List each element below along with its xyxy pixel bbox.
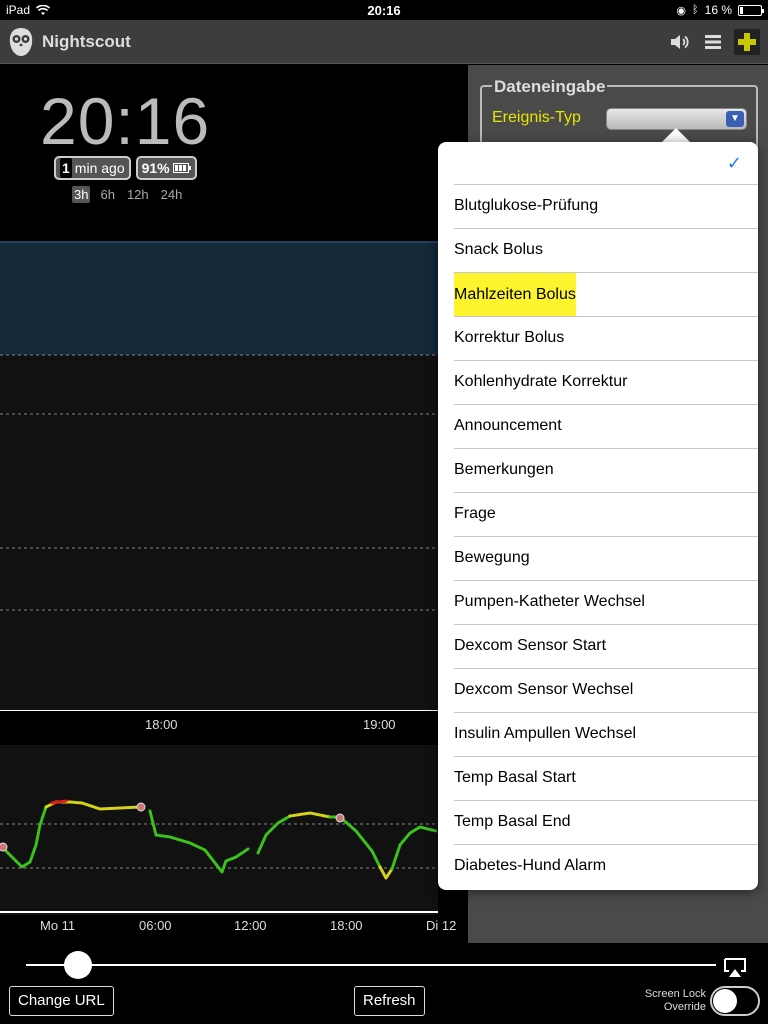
bluetooth-icon: ᛒ xyxy=(692,4,699,16)
event-type-select[interactable]: ▼ xyxy=(606,108,747,130)
overview-x-label: 06:00 xyxy=(139,918,172,933)
ios-status-bar: iPad 20:16 ◉ ᛒ 16 % xyxy=(0,0,768,20)
uploader-battery-value: 91% xyxy=(141,160,170,176)
overview-x-label: 12:00 xyxy=(234,918,267,933)
brightness-slider-track[interactable] xyxy=(26,964,716,966)
data-entry-legend: Dateneingabe xyxy=(492,77,608,97)
chart-x-label: 19:00 xyxy=(363,717,396,732)
screen-lock-toggle[interactable] xyxy=(710,986,760,1016)
range-3h[interactable]: 3h xyxy=(72,186,91,203)
checkmark-icon: ✓ xyxy=(726,153,742,173)
option-snack-bolus[interactable]: Snack Bolus xyxy=(454,229,758,273)
option-dexcom-sensor-start[interactable]: Dexcom Sensor Start xyxy=(454,625,758,669)
target-range-band xyxy=(0,241,438,355)
bottom-controls: Change URL Refresh Screen Lock Override xyxy=(0,943,768,1024)
popover-arrow xyxy=(662,128,690,142)
toggle-knob xyxy=(713,989,737,1013)
option-frage[interactable]: Frage xyxy=(454,493,758,537)
battery-percent: 16 % xyxy=(704,3,732,17)
overview-chart[interactable] xyxy=(0,745,438,915)
current-time: 20:16 xyxy=(40,84,211,158)
event-type-popover: ✓ Blutglukose-Prüfung Snack Bolus Mahlze… xyxy=(438,142,758,890)
option-temp-basal-end[interactable]: Temp Basal End xyxy=(454,801,758,845)
refresh-button[interactable]: Refresh xyxy=(354,986,425,1016)
owl-logo-icon xyxy=(9,28,33,56)
glucose-chart[interactable]: 18:00 19:00 xyxy=(0,241,438,732)
option-kohlenhydrate-korrektur[interactable]: Kohlenhydrate Korrektur xyxy=(454,361,758,405)
glucose-chart-canvas xyxy=(0,241,438,711)
overview-x-label: Mo 11 xyxy=(40,918,76,933)
last-reading-pill: 1 min ago xyxy=(54,156,131,180)
option-mahlzeiten-bolus[interactable]: Mahlzeiten Bolus xyxy=(454,273,758,317)
last-reading-minutes: 1 xyxy=(60,158,72,178)
plus-icon xyxy=(738,33,756,51)
battery-icon xyxy=(738,4,764,16)
range-12h[interactable]: 12h xyxy=(125,186,151,203)
option-temp-basal-start[interactable]: Temp Basal Start xyxy=(454,757,758,801)
time-range-selector: 3h 6h 12h 24h xyxy=(72,186,184,203)
app-header: Nightscout xyxy=(0,20,768,64)
range-24h[interactable]: 24h xyxy=(159,186,185,203)
event-type-label: Ereignis-Typ xyxy=(492,109,581,126)
status-pills: 1 min ago 91% xyxy=(54,156,197,180)
brightness-slider-thumb[interactable] xyxy=(64,951,92,979)
option-bemerkungen[interactable]: Bemerkungen xyxy=(454,449,758,493)
airplay-icon[interactable] xyxy=(722,957,748,979)
speaker-icon[interactable] xyxy=(668,30,692,54)
overview-chart-canvas xyxy=(0,745,438,915)
screen-lock-label: Screen Lock Override xyxy=(644,988,706,1013)
option-blutglukose-pruefung[interactable]: Blutglukose-Prüfung xyxy=(454,185,758,229)
last-reading-label: min ago xyxy=(74,160,125,176)
option-bewegung[interactable]: Bewegung xyxy=(454,537,758,581)
main-chart-area: 20:16 1 min ago 91% 3h 6h 12h 24h 18:00 … xyxy=(0,65,468,943)
overview-x-label: Di 12 xyxy=(426,918,457,933)
battery-small-icon xyxy=(172,163,191,173)
app-title: Nightscout xyxy=(42,32,131,51)
event-type-options: ✓ Blutglukose-Prüfung Snack Bolus Mahlze… xyxy=(454,142,758,889)
option-korrektur-bolus[interactable]: Korrektur Bolus xyxy=(454,317,758,361)
overview-x-label: 18:00 xyxy=(330,918,363,933)
menu-icon[interactable] xyxy=(701,30,725,54)
add-treatment-button[interactable] xyxy=(734,29,760,55)
option-dexcom-sensor-wechsel[interactable]: Dexcom Sensor Wechsel xyxy=(454,669,758,713)
option-diabetes-hund-alarm[interactable]: Diabetes-Hund Alarm xyxy=(454,845,758,889)
chart-x-label: 18:00 xyxy=(145,717,178,732)
option-pumpen-katheter-wechsel[interactable]: Pumpen-Katheter Wechsel xyxy=(454,581,758,625)
option-insulin-ampullen-wechsel[interactable]: Insulin Ampullen Wechsel xyxy=(454,713,758,757)
status-time: 20:16 xyxy=(367,3,401,18)
select-arrow-icon: ▼ xyxy=(726,111,744,127)
orientation-lock-icon: ◉ xyxy=(676,4,687,17)
uploader-battery-pill: 91% xyxy=(135,156,197,180)
option-announcement[interactable]: Announcement xyxy=(454,405,758,449)
change-url-button[interactable]: Change URL xyxy=(9,986,114,1016)
range-6h[interactable]: 6h xyxy=(98,186,116,203)
option-empty[interactable]: ✓ xyxy=(454,142,758,185)
